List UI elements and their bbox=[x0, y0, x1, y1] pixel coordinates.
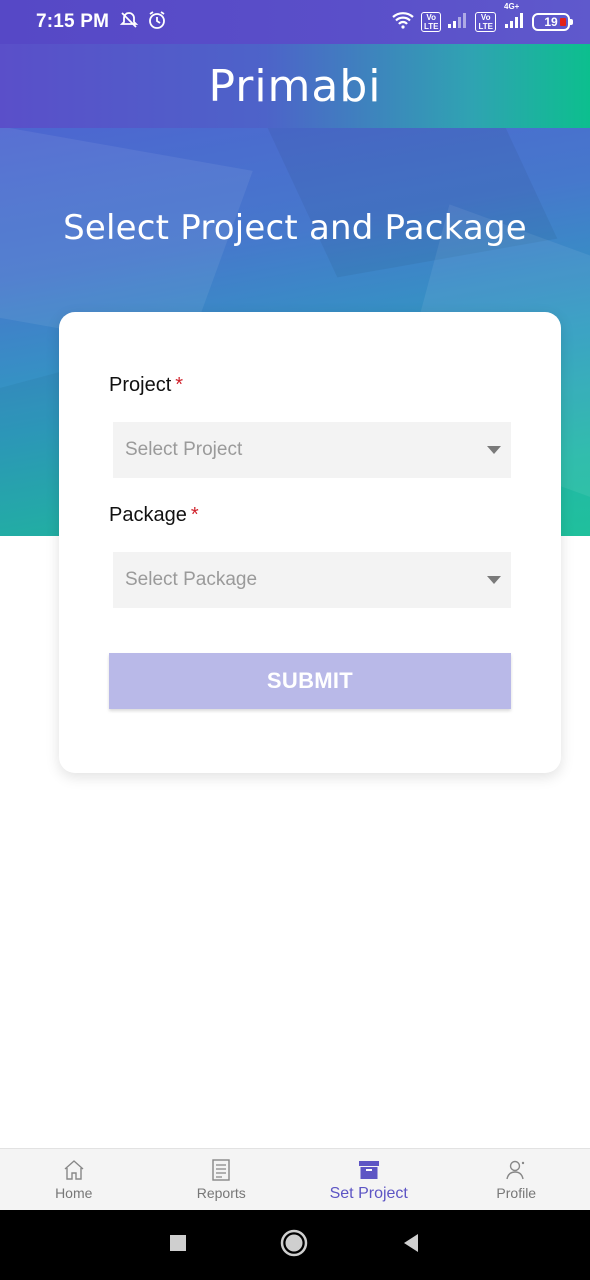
status-bar: 7:15 PM Vo LTE Vo LTE 4G+ 19 bbox=[0, 0, 590, 44]
archive-box-icon bbox=[357, 1157, 381, 1183]
nav-item-reports[interactable]: Reports bbox=[148, 1149, 296, 1210]
back-icon[interactable] bbox=[400, 1232, 422, 1259]
app-header: Primabi bbox=[0, 44, 590, 128]
package-select-placeholder: Select Package bbox=[125, 569, 258, 590]
required-mark: * bbox=[175, 374, 184, 396]
home-icon bbox=[62, 1157, 86, 1183]
dropdown-caret-icon bbox=[487, 446, 501, 454]
mute-notification-icon bbox=[119, 10, 139, 35]
bottom-nav: Home Reports Set Project Profile bbox=[0, 1148, 590, 1210]
profile-icon bbox=[504, 1157, 528, 1183]
nav-label-reports: Reports bbox=[196, 1185, 246, 1201]
package-label: Package * bbox=[109, 504, 199, 526]
required-mark: * bbox=[190, 504, 199, 526]
wifi-icon bbox=[391, 11, 415, 34]
recent-apps-icon[interactable] bbox=[168, 1233, 188, 1258]
signal-icon-1 bbox=[447, 12, 469, 33]
project-select[interactable]: Select Project bbox=[113, 422, 511, 478]
project-label: Project * bbox=[109, 374, 184, 396]
project-select-placeholder: Select Project bbox=[125, 439, 243, 460]
nav-label-profile: Profile bbox=[496, 1185, 537, 1201]
alarm-icon bbox=[147, 10, 167, 35]
nav-item-profile[interactable]: Profile bbox=[443, 1149, 590, 1210]
package-select[interactable]: Select Package bbox=[113, 552, 511, 608]
nav-item-home[interactable]: Home bbox=[0, 1149, 148, 1210]
volte-badge-2: Vo LTE bbox=[475, 12, 496, 32]
page-title: Select Project and Package bbox=[63, 208, 527, 248]
nav-item-set-project[interactable]: Set Project bbox=[295, 1149, 443, 1210]
status-time: 7:15 PM bbox=[36, 11, 110, 32]
home-circle-icon[interactable] bbox=[280, 1229, 308, 1262]
nav-label-home: Home bbox=[55, 1185, 93, 1201]
signal-icon-2: 4G+ bbox=[502, 2, 526, 33]
battery-icon: 19 bbox=[532, 13, 573, 31]
nav-label-set-project: Set Project bbox=[329, 1185, 408, 1202]
submit-button[interactable]: SUBMIT bbox=[109, 653, 511, 709]
system-nav-bar bbox=[0, 1210, 590, 1280]
primabi-logo: Primabi bbox=[208, 60, 382, 112]
reports-icon bbox=[209, 1157, 233, 1183]
volte-badge-1: Vo LTE bbox=[420, 12, 442, 32]
project-package-form: Project * Select Project Package * Select … bbox=[59, 312, 561, 773]
dropdown-caret-icon bbox=[487, 576, 501, 584]
